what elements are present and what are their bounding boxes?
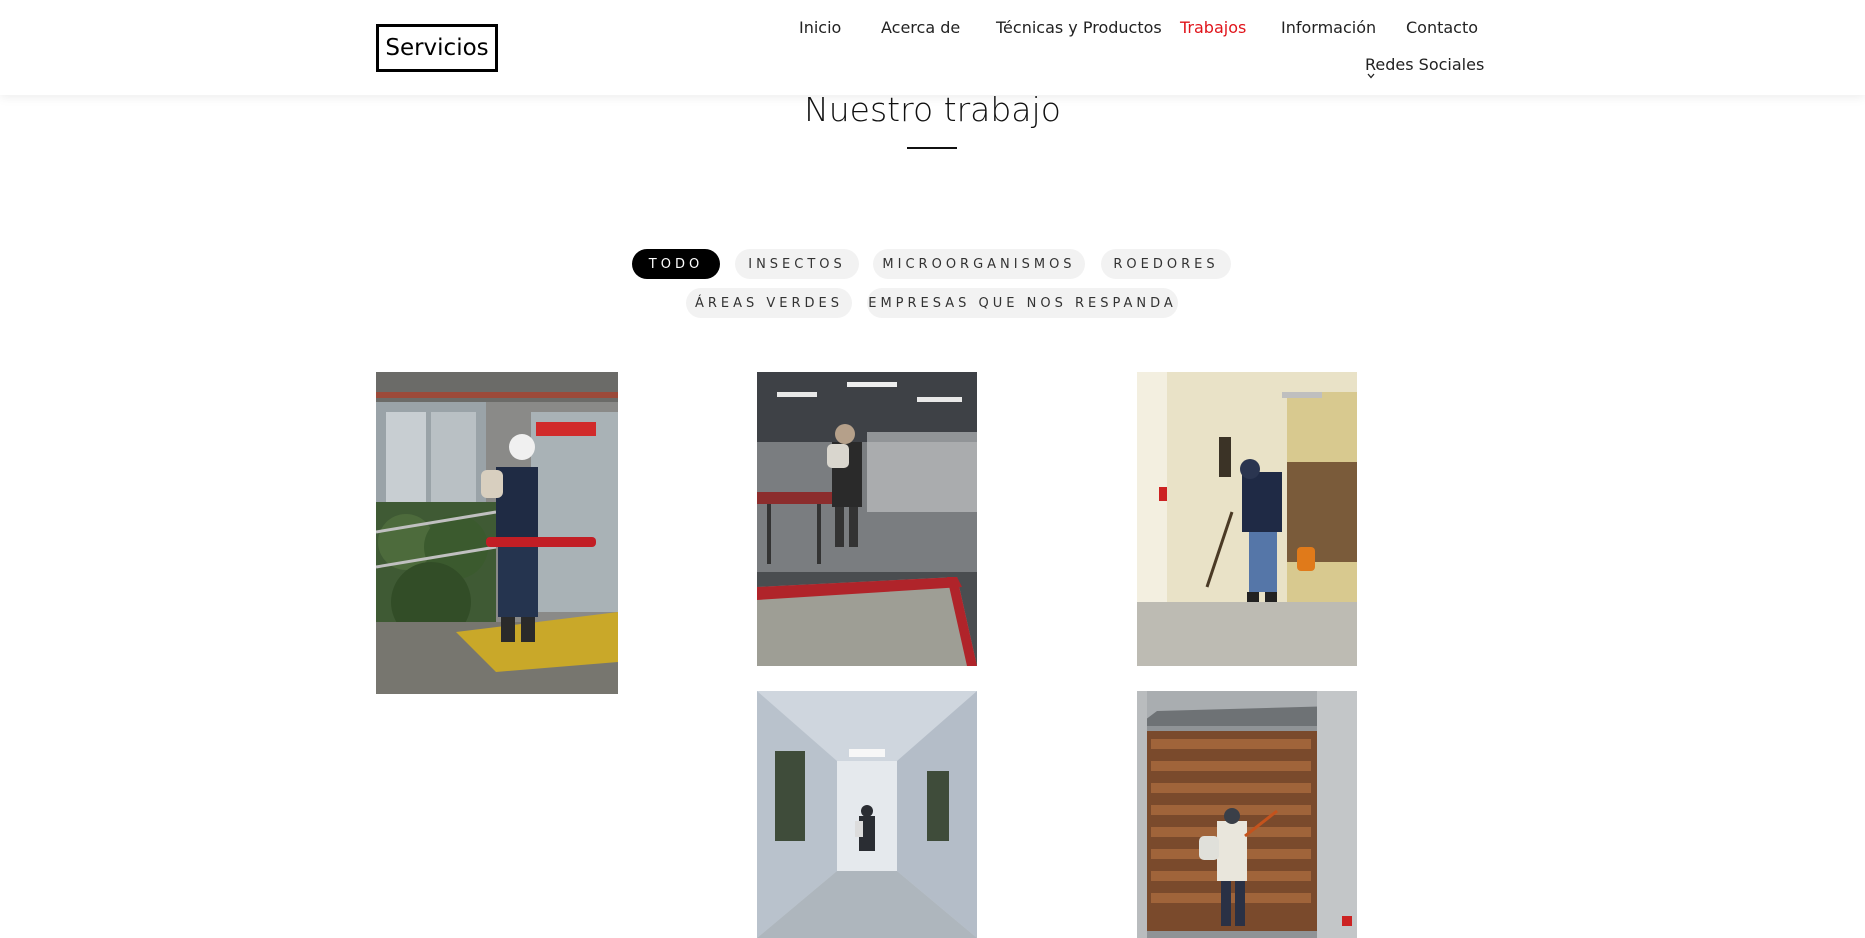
filter-roedores[interactable]: ROEDORES bbox=[1101, 249, 1231, 279]
photo-industrial-spraying bbox=[1137, 691, 1357, 938]
photo-office-spraying bbox=[1137, 372, 1357, 666]
main-nav: Inicio Acerca de Técnicas y Productos Tr… bbox=[0, 18, 1865, 38]
gallery-photo-5[interactable] bbox=[1137, 691, 1357, 938]
photo-worker-fogger bbox=[376, 372, 618, 694]
nav-informacion[interactable]: Información bbox=[1281, 18, 1376, 37]
filter-insectos[interactable]: INSECTOS bbox=[735, 249, 859, 279]
filter-areas-verdes[interactable]: ÁREAS VERDES bbox=[686, 288, 852, 318]
nav-inicio[interactable]: Inicio bbox=[799, 18, 841, 37]
nav-trabajos[interactable]: Trabajos bbox=[1180, 18, 1246, 37]
page-title: Nuestro trabajo bbox=[804, 90, 1061, 129]
title-divider bbox=[907, 147, 957, 149]
gallery-photo-1[interactable] bbox=[376, 372, 618, 694]
photo-corridor bbox=[757, 691, 977, 938]
filter-microorganismos[interactable]: MICROORGANISMOS bbox=[873, 249, 1085, 279]
social-label: Redes Sociales bbox=[1365, 55, 1485, 74]
photo-cafeteria-fogging bbox=[757, 372, 977, 666]
filter-todo[interactable]: TODO bbox=[632, 249, 720, 279]
filter-empresas[interactable]: EMPRESAS QUE NOS RESPANDA bbox=[867, 288, 1178, 318]
gallery-photo-3[interactable] bbox=[1137, 372, 1357, 666]
nav-acerca-de[interactable]: Acerca de bbox=[881, 18, 960, 37]
nav-contacto[interactable]: Contacto bbox=[1406, 18, 1478, 37]
site-header: Servicios Inicio Acerca de Técnicas y Pr… bbox=[0, 0, 1865, 95]
nav-tecnicas-productos[interactable]: Técnicas y Productos bbox=[996, 18, 1162, 37]
social-dropdown[interactable]: Redes Sociales bbox=[1365, 55, 1484, 74]
chevron-down-icon bbox=[1367, 73, 1375, 79]
gallery-photo-2[interactable] bbox=[757, 372, 977, 666]
gallery-photo-4[interactable] bbox=[757, 691, 977, 938]
